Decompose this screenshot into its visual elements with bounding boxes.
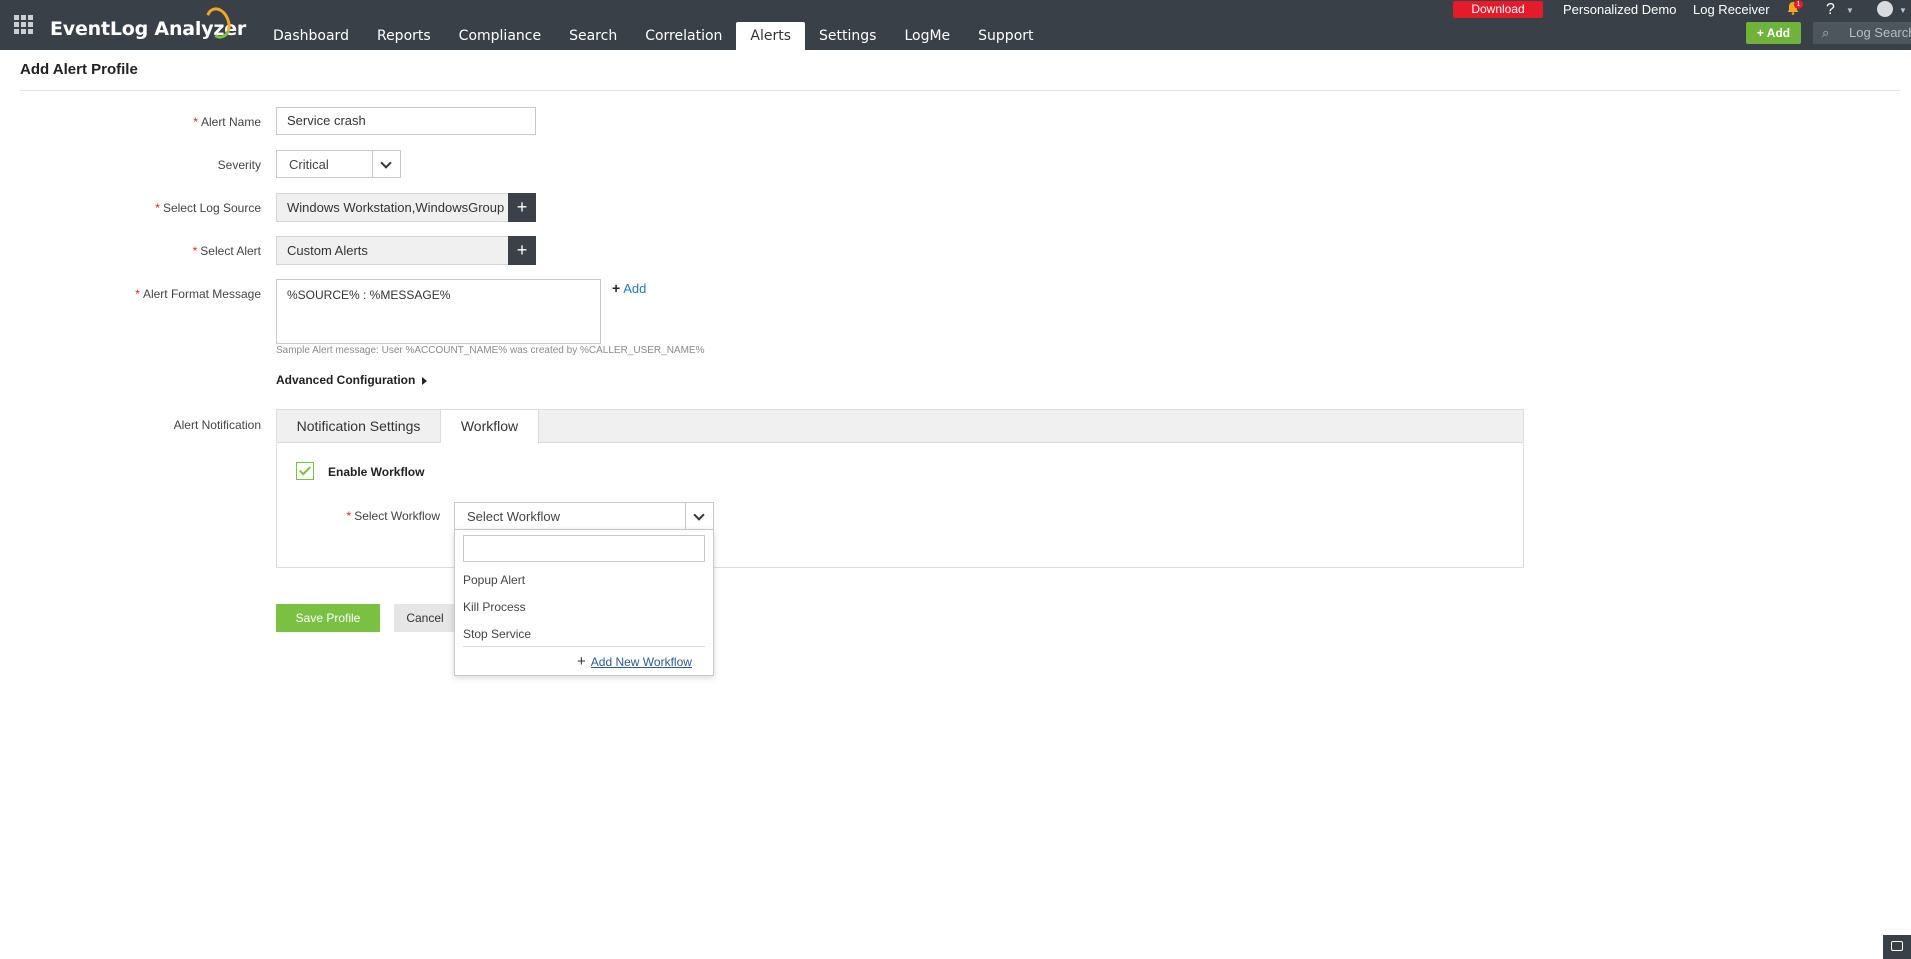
alert-name-input[interactable]: Service crash <box>276 107 536 135</box>
caret-right-icon <box>422 376 428 385</box>
chevron-down-icon <box>693 509 705 521</box>
page-title: Add Alert Profile <box>20 61 138 78</box>
main-nav: Dashboard Reports Compliance Search Corr… <box>259 22 1048 50</box>
workflow-dropdown-menu: Popup Alert Kill Process Stop Service + A… <box>454 529 714 676</box>
add-format-variable-link[interactable]: + Add <box>612 280 646 296</box>
top-bar: EventLog Analyzer Dashboard Reports Comp… <box>0 0 1911 50</box>
alert-name-label: * Alert Name <box>193 115 261 129</box>
checkmark-icon <box>298 463 312 476</box>
log-search-input[interactable]: ⌕ Log Search <box>1813 22 1911 44</box>
add-button-label: Add <box>1766 26 1791 40</box>
alert-notification-label: Alert Notification <box>173 418 261 432</box>
nav-correlation[interactable]: Correlation <box>631 22 736 50</box>
severity-select[interactable]: Critical <box>276 150 401 178</box>
nav-dashboard[interactable]: Dashboard <box>259 22 363 50</box>
nav-settings[interactable]: Settings <box>805 22 890 50</box>
tab-notification-settings[interactable]: Notification Settings <box>277 410 441 443</box>
required-marker: * <box>193 115 198 129</box>
title-divider <box>20 90 1900 91</box>
workflow-option-kill-process[interactable]: Kill Process <box>463 600 526 614</box>
workflow-option-popup-alert[interactable]: Popup Alert <box>463 573 525 587</box>
chat-widget[interactable] <box>1883 935 1911 959</box>
personalized-demo-link[interactable]: Personalized Demo <box>1563 1 1676 18</box>
severity-value: Critical <box>289 157 329 172</box>
nav-search[interactable]: Search <box>555 22 631 50</box>
log-source-field[interactable]: Windows Workstation,WindowsGroup <box>276 193 509 222</box>
enable-workflow-checkbox[interactable] <box>296 462 314 480</box>
workflow-dropdown-toggle[interactable] <box>685 503 713 529</box>
nav-support[interactable]: Support <box>964 22 1047 50</box>
app-grid-icon[interactable] <box>14 15 33 34</box>
nav-logme[interactable]: LogMe <box>890 22 964 50</box>
enable-workflow-label: Enable Workflow <box>328 465 425 479</box>
user-caret-icon: ▼ <box>1899 6 1907 15</box>
download-button[interactable]: Download <box>1453 1 1543 18</box>
severity-dropdown-toggle[interactable] <box>372 151 400 177</box>
cancel-button[interactable]: Cancel <box>394 604 456 632</box>
workflow-option-stop-service[interactable]: Stop Service <box>463 627 531 641</box>
nav-compliance[interactable]: Compliance <box>445 22 555 50</box>
add-new-workflow-link[interactable]: + Add New Workflow <box>577 653 692 670</box>
save-profile-button[interactable]: Save Profile <box>276 604 380 632</box>
select-workflow-value: Select Workflow <box>467 509 560 524</box>
search-icon: ⌕ <box>1822 25 1830 40</box>
sample-alert-message: Sample Alert message: User %ACCOUNT_NAME… <box>276 345 705 356</box>
nav-alerts[interactable]: Alerts <box>736 22 806 50</box>
log-source-label: * Select Log Source <box>155 201 261 215</box>
log-search-placeholder: Log Search <box>1849 25 1911 40</box>
format-message-label: * Alert Format Message <box>135 287 261 301</box>
chat-bubble-icon <box>1891 941 1903 951</box>
help-caret-icon: ▼ <box>1846 6 1854 15</box>
select-alert-field[interactable]: Custom Alerts <box>276 236 509 265</box>
user-avatar-icon[interactable] <box>1877 1 1893 17</box>
advanced-configuration-toggle[interactable]: Advanced Configuration <box>276 373 428 387</box>
add-log-source-button[interactable]: + <box>508 193 536 222</box>
select-alert-label: * Select Alert <box>192 244 261 258</box>
select-workflow-dropdown[interactable]: Select Workflow <box>454 502 714 530</box>
nav-reports[interactable]: Reports <box>363 22 445 50</box>
chevron-down-icon <box>380 157 392 169</box>
help-icon[interactable]: ? <box>1826 1 1835 19</box>
log-receiver-link[interactable]: Log Receiver <box>1693 1 1770 18</box>
notification-bell-icon[interactable]: 1 <box>1786 0 1803 15</box>
select-workflow-label: * Select Workflow <box>346 509 440 523</box>
format-message-textarea[interactable]: %SOURCE% : %MESSAGE% <box>276 279 601 344</box>
add-button[interactable]: + Add <box>1746 22 1801 44</box>
plus-icon: + <box>577 653 586 670</box>
required-marker: * <box>346 509 352 523</box>
required-marker: * <box>192 244 198 258</box>
notification-count-badge: 1 <box>1794 0 1803 9</box>
required-marker: * <box>135 287 140 301</box>
tab-workflow[interactable]: Workflow <box>441 410 539 444</box>
severity-label: Severity <box>217 158 261 172</box>
required-marker: * <box>155 201 160 215</box>
workflow-search-input[interactable] <box>463 535 705 562</box>
dropdown-divider <box>463 646 705 647</box>
add-alert-button[interactable]: + <box>508 236 536 265</box>
tab-strip: Notification Settings Workflow <box>277 410 1523 444</box>
